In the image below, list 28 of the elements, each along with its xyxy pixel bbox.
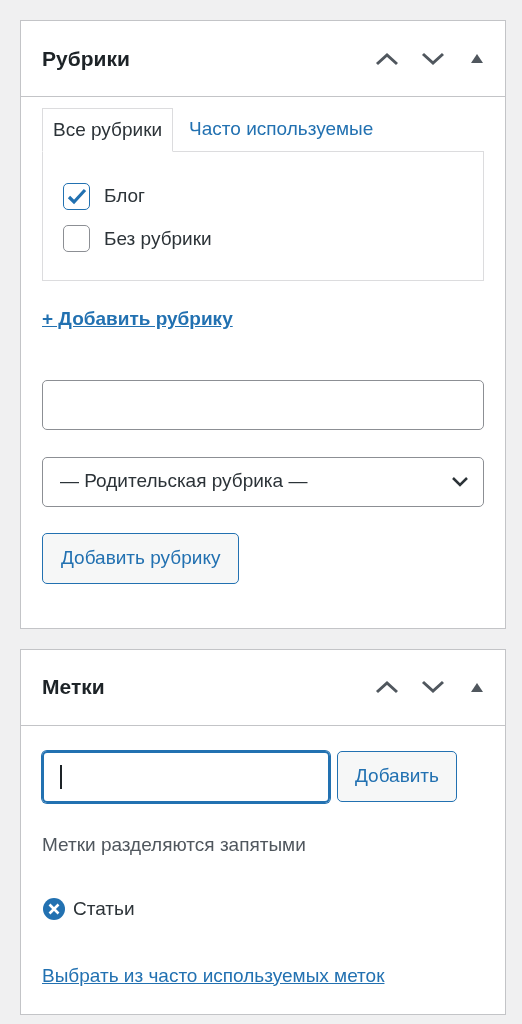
panel-title: Метки: [42, 674, 105, 701]
input-field[interactable]: [42, 379, 484, 430]
checkmark-icon: [66, 187, 87, 205]
checkbox-label: Блог: [104, 184, 146, 208]
checkbox[interactable]: [63, 225, 90, 253]
hint-text: Метки разделяются запятыми: [42, 832, 307, 857]
tag-input-field[interactable]: [42, 750, 330, 803]
chevron-down-icon: [421, 680, 445, 694]
chevron-up-icon: [375, 680, 399, 694]
triangle-up-icon: [471, 54, 483, 63]
add-category-button[interactable]: Добавить рубрику: [42, 532, 240, 584]
choose-tags-link[interactable]: Выбрать из часто используемых меток: [42, 961, 385, 990]
panel-title: Рубрики: [42, 45, 130, 72]
chevron-down-icon: [451, 476, 469, 487]
chevron-up-icon: [375, 51, 399, 66]
parent-select[interactable]: — Родительская рубрика —: [42, 456, 484, 507]
chevron-down-icon: [421, 51, 445, 66]
checkbox-label: Без рубрики: [104, 226, 212, 251]
tag-label: Статьи: [73, 897, 135, 921]
text-cursor-icon: [60, 764, 62, 789]
close-icon: [42, 897, 66, 922]
add-category-link[interactable]: + Добавить рубрику: [42, 305, 233, 334]
checkbox[interactable]: [63, 182, 90, 210]
triangle-up-icon: [471, 682, 483, 692]
add-tag-button[interactable]: Добавить: [337, 751, 457, 802]
tab[interactable]: Часто используемые: [173, 107, 390, 151]
remove-tag-button[interactable]: [42, 897, 66, 922]
tab[interactable]: Все рубрики: [42, 108, 174, 152]
